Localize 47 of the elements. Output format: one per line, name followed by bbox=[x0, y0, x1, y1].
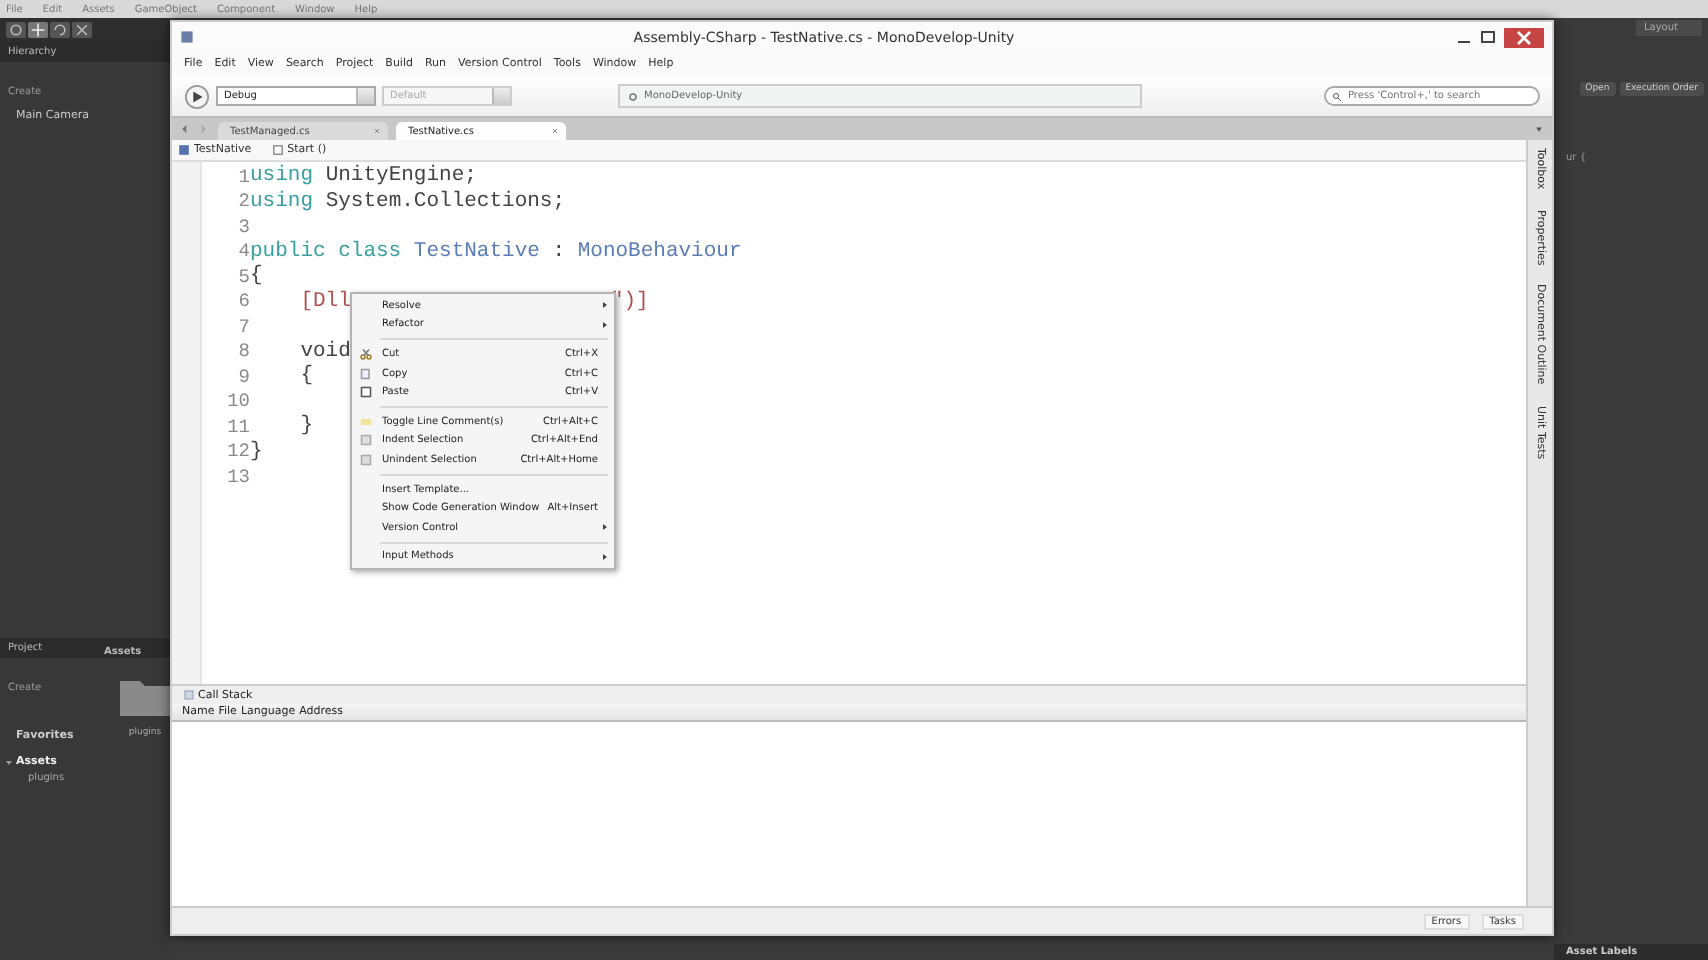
code-text: : bbox=[550, 239, 568, 264]
folder-icon[interactable] bbox=[120, 676, 170, 716]
code-text: } bbox=[298, 414, 314, 439]
scissors-icon bbox=[359, 347, 371, 360]
close-tab-icon[interactable] bbox=[372, 126, 382, 136]
scale-icon[interactable] bbox=[72, 22, 92, 38]
line-number: 11 bbox=[225, 415, 250, 438]
code-text: void bbox=[298, 339, 351, 364]
class-icon bbox=[178, 144, 190, 156]
code-text: [Dll bbox=[298, 289, 351, 314]
code-text: { bbox=[250, 264, 263, 289]
line-number: 2 bbox=[236, 190, 250, 213]
code-text: TestNative bbox=[411, 239, 540, 264]
line-number: 4 bbox=[236, 240, 250, 263]
close-tab-icon[interactable] bbox=[550, 126, 560, 136]
dropdown-arrow-icon[interactable] bbox=[1532, 122, 1546, 136]
copy-icon bbox=[359, 367, 371, 380]
rotate-icon[interactable] bbox=[50, 22, 70, 38]
line-number: 5 bbox=[236, 265, 250, 288]
call-stack-icon bbox=[184, 690, 194, 700]
expander-arrow-icon[interactable] bbox=[6, 759, 12, 765]
line-number: 6 bbox=[236, 290, 250, 313]
paste-icon bbox=[359, 386, 371, 399]
code-text: using bbox=[250, 164, 314, 189]
move-icon[interactable] bbox=[28, 22, 48, 38]
code-text: public class bbox=[250, 239, 402, 264]
line-number: 13 bbox=[225, 465, 250, 488]
app-icon bbox=[180, 30, 194, 44]
code-text: } bbox=[250, 439, 263, 464]
close-icon[interactable] bbox=[1504, 27, 1544, 47]
line-number: 9 bbox=[236, 365, 250, 388]
code-text: using bbox=[250, 189, 314, 214]
play-button[interactable] bbox=[184, 83, 210, 109]
line-number: 1 bbox=[236, 165, 250, 188]
code-text: UnityEngine; bbox=[323, 164, 477, 189]
maximize-icon[interactable] bbox=[1478, 27, 1498, 47]
method-icon bbox=[271, 144, 284, 156]
back-arrow-icon[interactable] bbox=[178, 122, 192, 136]
code-text: System.Collections; bbox=[323, 189, 566, 214]
search-icon bbox=[1332, 91, 1342, 101]
line-number: 8 bbox=[236, 340, 250, 363]
line-number: 12 bbox=[225, 440, 250, 463]
code-text: MonoBehaviour bbox=[577, 239, 742, 264]
line-number: 7 bbox=[236, 315, 250, 338]
line-number: 3 bbox=[236, 215, 250, 238]
code-text: { bbox=[298, 364, 314, 389]
line-number: 10 bbox=[225, 390, 250, 413]
